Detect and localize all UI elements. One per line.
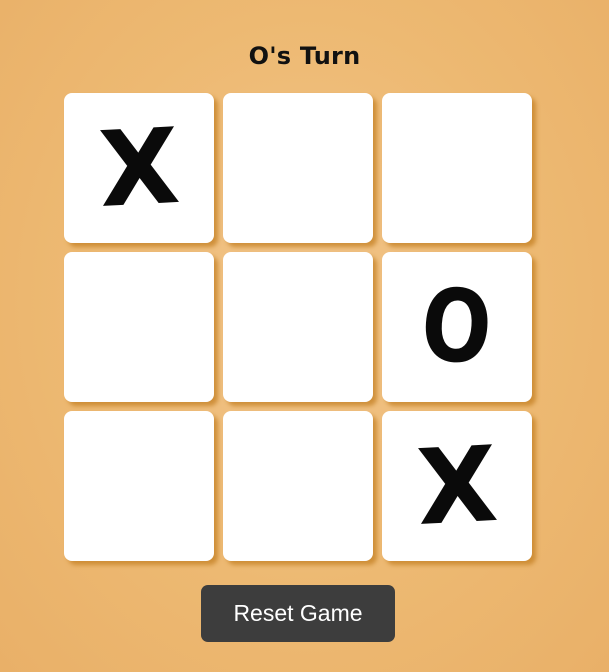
board-cell-2[interactable] (223, 93, 373, 243)
game-board: X O X (64, 93, 534, 561)
board-cell-1[interactable]: X (64, 93, 214, 243)
board-cell-4[interactable] (64, 252, 214, 402)
board-cell-5[interactable] (223, 252, 373, 402)
reset-game-button[interactable]: Reset Game (201, 585, 395, 642)
turn-indicator: O's Turn (248, 42, 361, 70)
cell-mark: O (418, 265, 496, 388)
board-cell-8[interactable] (223, 411, 373, 561)
board-cell-3[interactable] (382, 93, 532, 243)
board-cell-6[interactable]: O (382, 252, 532, 402)
cell-mark: X (95, 104, 183, 232)
board-cell-9[interactable]: X (382, 411, 532, 561)
board-cell-7[interactable] (64, 411, 214, 561)
cell-mark: X (413, 422, 501, 550)
